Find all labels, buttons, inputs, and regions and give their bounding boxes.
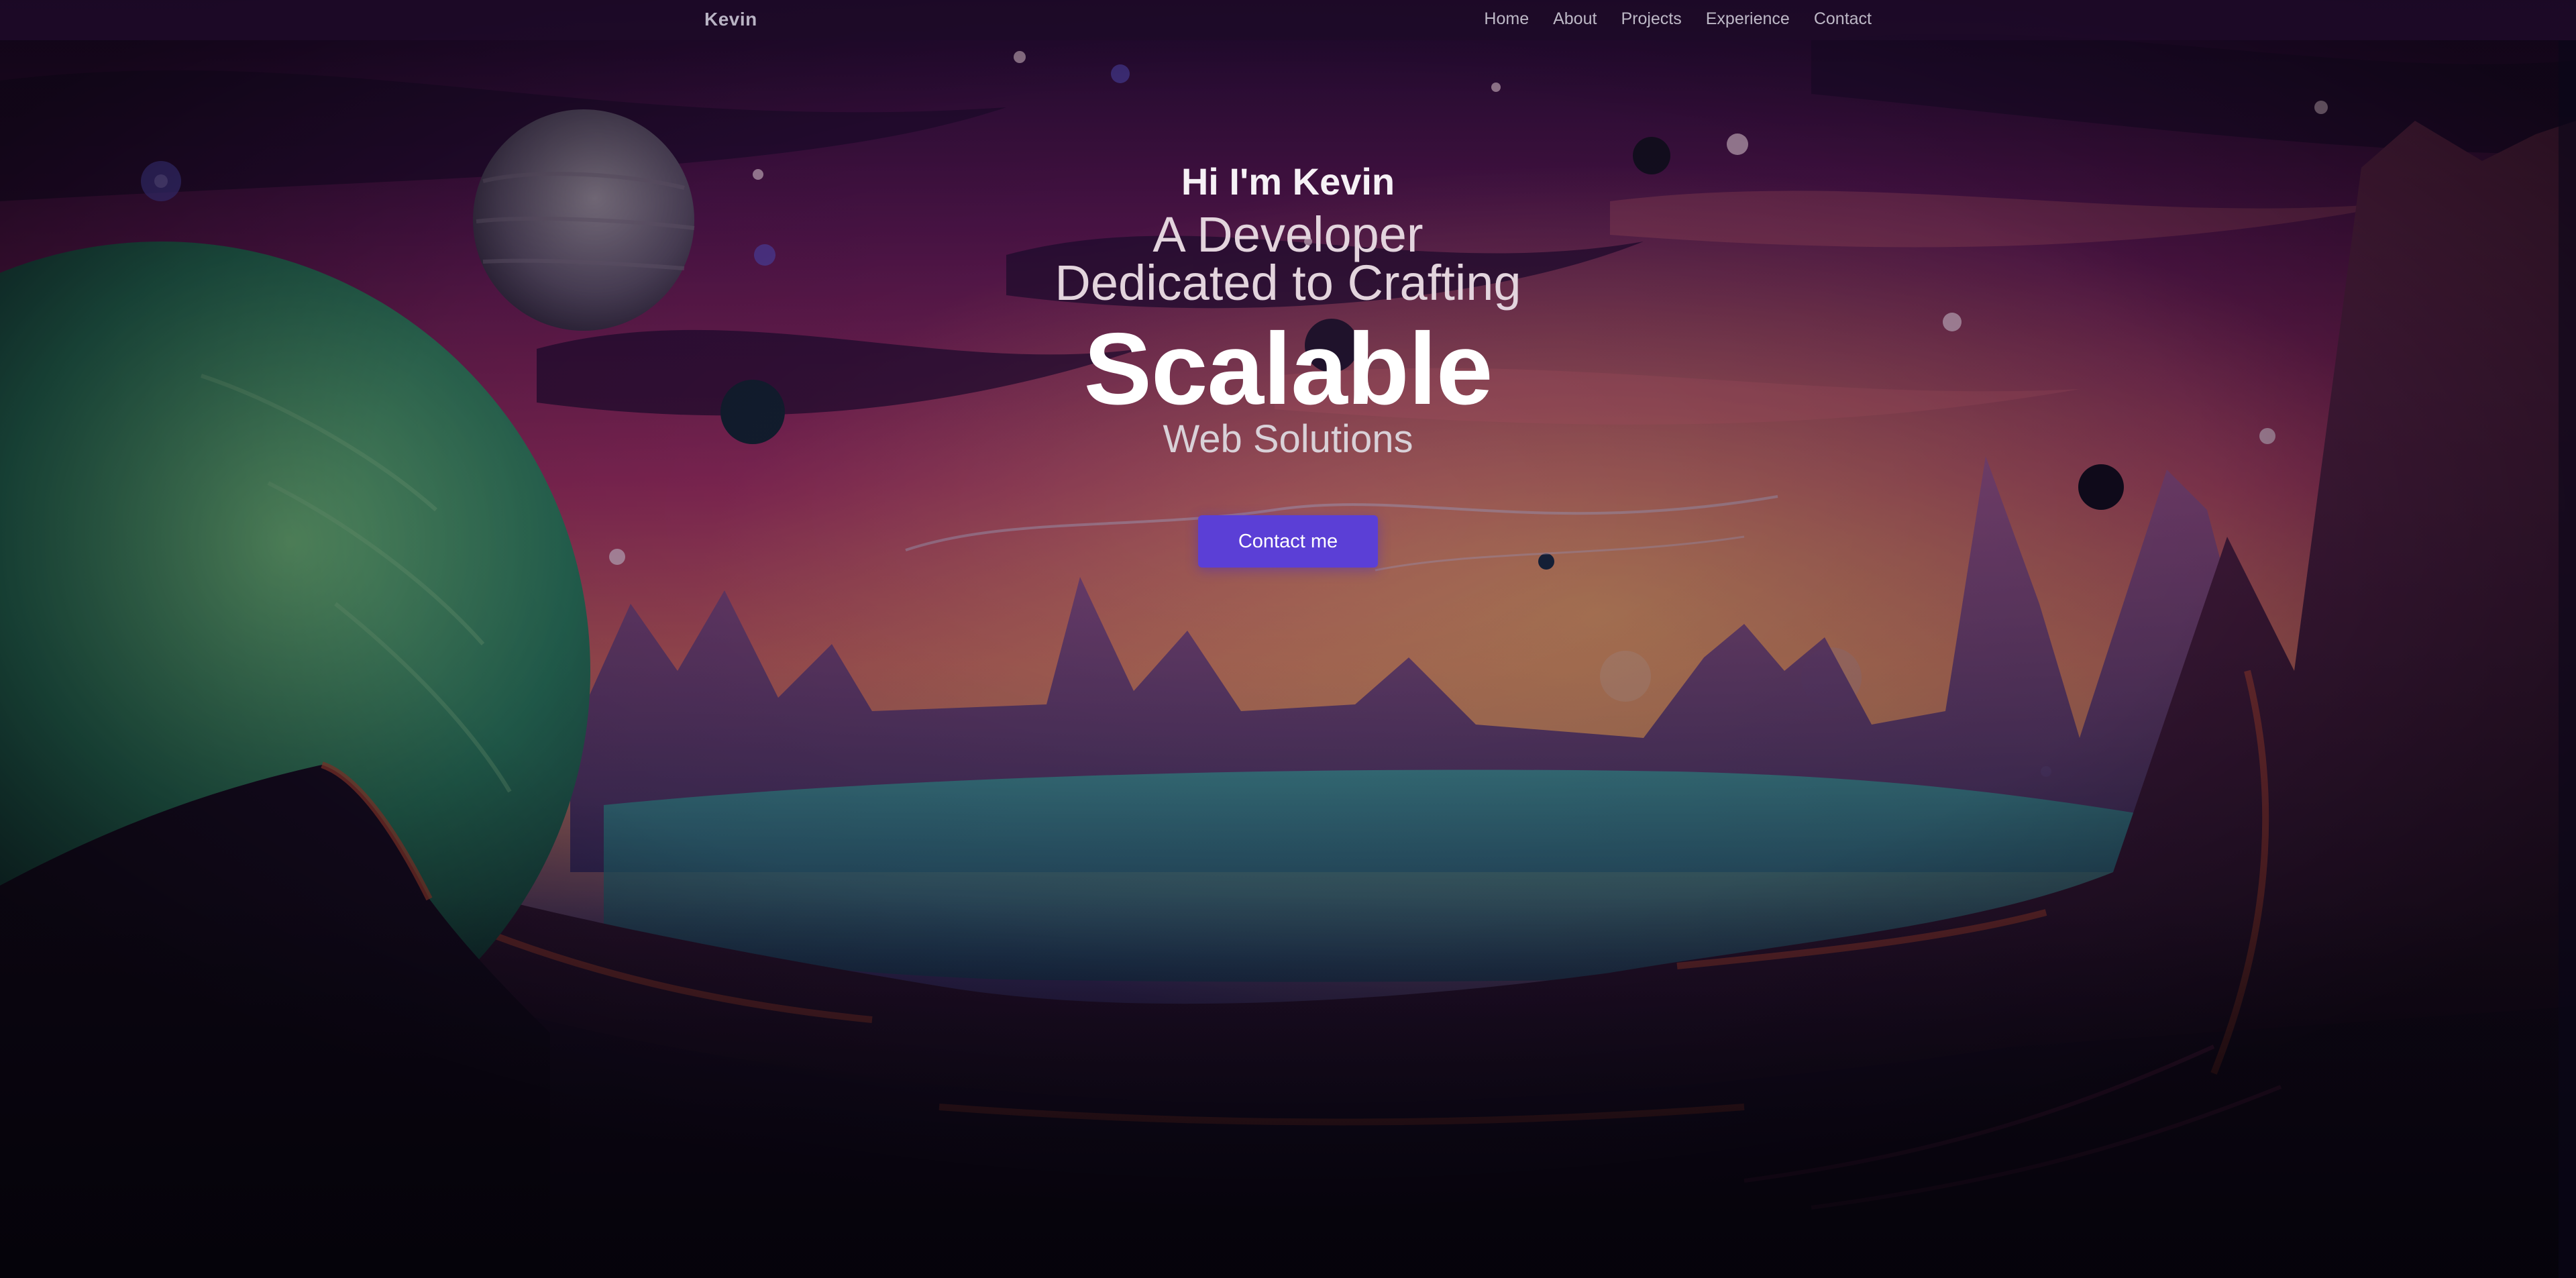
page: Kevin Home About Projects Experience Con… (0, 0, 2576, 1278)
nav-link-about[interactable]: About (1553, 9, 1597, 29)
contact-me-button[interactable]: Contact me (1198, 515, 1378, 568)
navbar: Kevin Home About Projects Experience Con… (0, 0, 2576, 40)
hero-tagline-line-3: Web Solutions (1163, 417, 1413, 461)
hero-tagline-line-2: Dedicated to Crafting (1055, 255, 1521, 311)
hero-greeting: Hi I'm Kevin (1181, 160, 1395, 203)
nav-link-projects[interactable]: Projects (1621, 9, 1681, 29)
nav-link-home[interactable]: Home (1484, 9, 1529, 29)
nav-link-contact[interactable]: Contact (1814, 9, 1872, 29)
nav-links: Home About Projects Experience Contact (1484, 9, 1872, 29)
brand-logo[interactable]: Kevin (704, 9, 757, 30)
hero-tagline-line-1: A Developer (1152, 207, 1424, 262)
hero-highlight-word: Scalable (1083, 312, 1493, 426)
nav-link-experience[interactable]: Experience (1706, 9, 1790, 29)
